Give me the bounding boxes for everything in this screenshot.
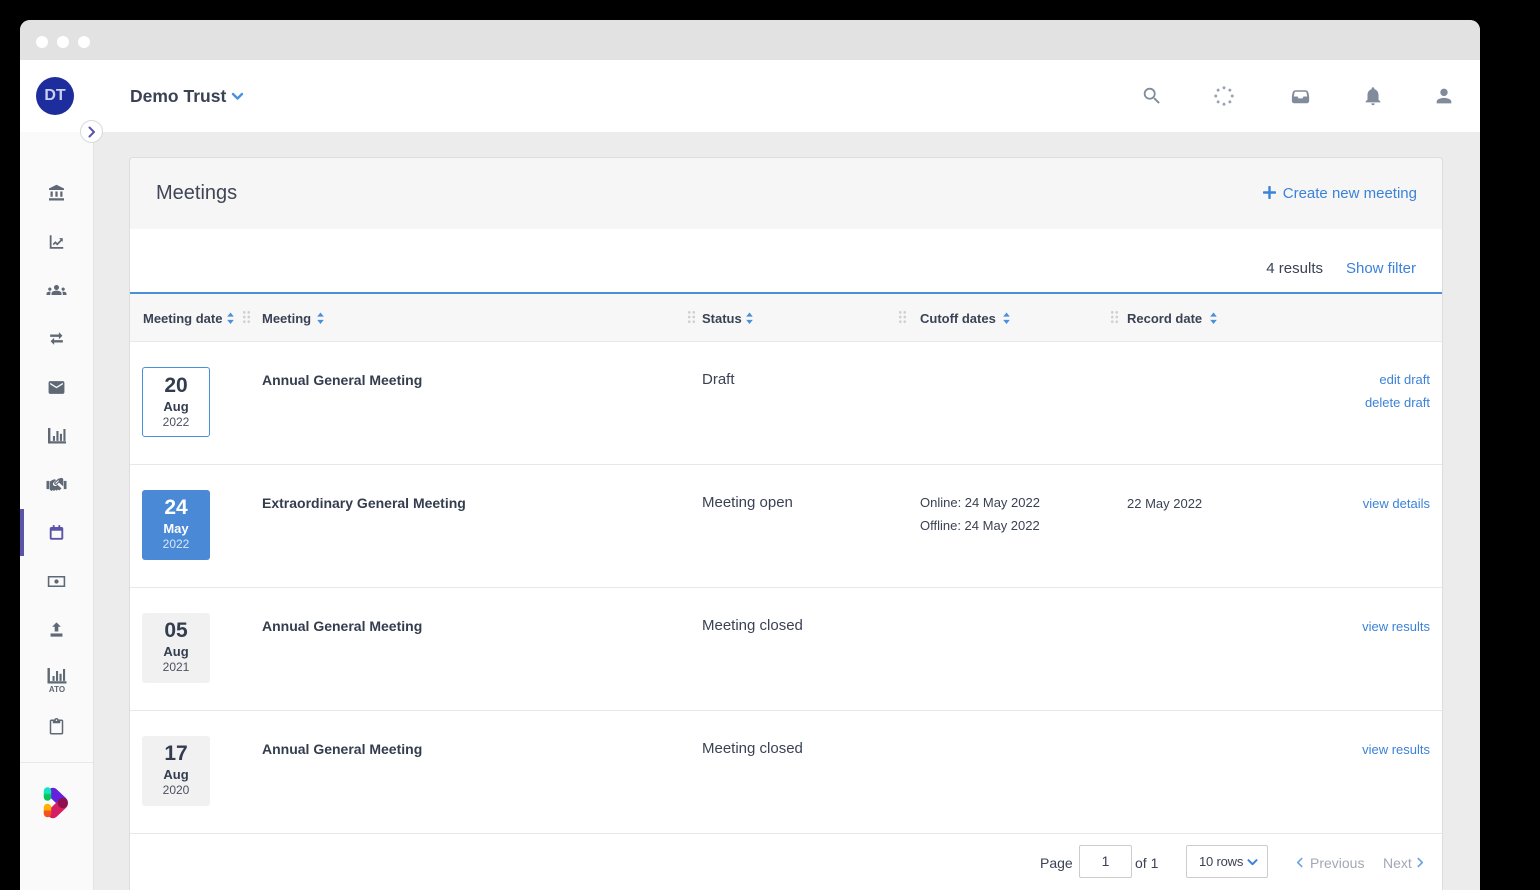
svg-text:ATO: ATO (49, 685, 65, 693)
